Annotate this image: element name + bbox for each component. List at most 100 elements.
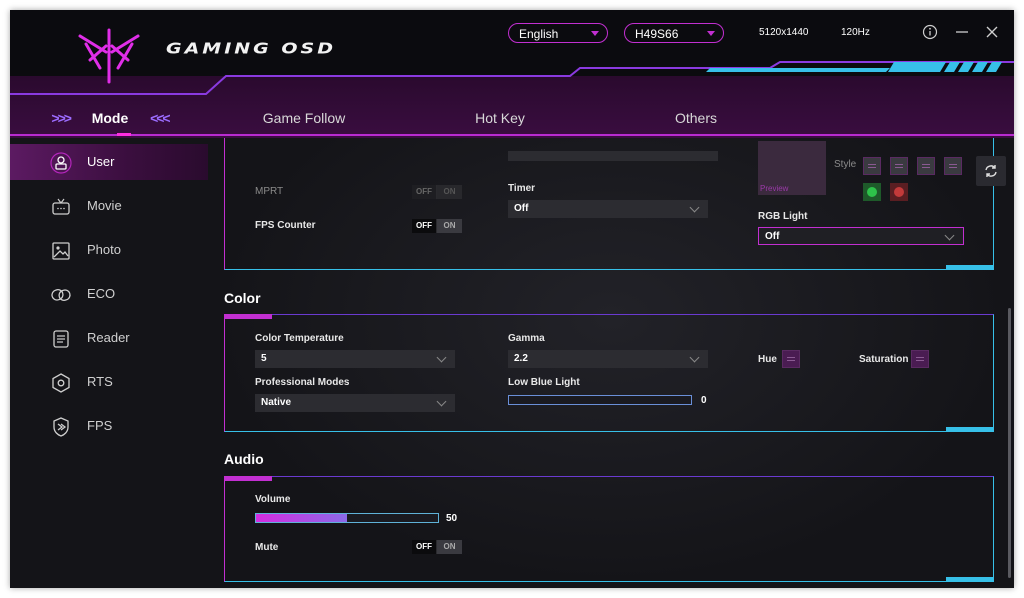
style-option[interactable] xyxy=(944,157,962,175)
chevrons-right-icon: >>> xyxy=(51,110,71,126)
color-section-title: Color xyxy=(224,290,261,306)
timer-value: Off xyxy=(514,203,529,214)
scrollbar[interactable] xyxy=(1008,308,1011,578)
logo-icon xyxy=(78,28,140,84)
sidebar-item-label: ECO xyxy=(87,286,116,301)
model-select[interactable]: H49S66 xyxy=(624,23,724,43)
mute-label: Mute xyxy=(255,542,279,553)
timer-select[interactable]: Off xyxy=(508,200,708,218)
fps-icon xyxy=(53,417,69,437)
language-value: English xyxy=(519,27,559,41)
gamma-label: Gamma xyxy=(508,333,545,344)
refresh-button[interactable] xyxy=(976,156,1006,186)
panel-corner-decoration xyxy=(224,314,272,319)
tab-active-indicator xyxy=(117,133,131,136)
tv-icon xyxy=(52,198,70,215)
eco-icon xyxy=(51,289,71,301)
professional-modes-value: Native xyxy=(261,397,292,408)
color-temperature-label: Color Temperature xyxy=(255,333,344,344)
model-value: H49S66 xyxy=(635,27,679,41)
color-red-icon[interactable] xyxy=(890,183,908,201)
content-area: MPRT OFF ON FPS Counter OFF ON Timer Off… xyxy=(208,138,1014,588)
gamma-select[interactable]: 2.2 xyxy=(508,350,708,368)
toggle-off: OFF xyxy=(412,185,436,199)
header: GAMING OSD English H49S66 5120x1440 120H… xyxy=(10,10,1014,138)
sidebar-item-label: Photo xyxy=(87,242,121,257)
chevron-down-icon xyxy=(944,230,955,241)
style-option[interactable] xyxy=(863,157,881,175)
rts-icon xyxy=(52,373,70,393)
preview-label: Preview xyxy=(760,184,789,193)
info-icon[interactable] xyxy=(922,24,938,40)
refresh-rate-text: 120Hz xyxy=(841,27,870,38)
game-settings-panel: MPRT OFF ON FPS Counter OFF ON Timer Off… xyxy=(224,138,994,270)
chevron-down-icon xyxy=(436,352,447,363)
sidebar-item-rts[interactable]: RTS xyxy=(10,364,208,400)
minimize-icon[interactable] xyxy=(954,24,970,40)
sidebar-item-eco[interactable]: ECO xyxy=(10,276,208,312)
style-option[interactable] xyxy=(917,157,935,175)
hue-control[interactable] xyxy=(782,350,800,368)
mprt-toggle[interactable]: OFF ON xyxy=(412,185,462,199)
toggle-off: OFF xyxy=(412,540,436,554)
style-option[interactable] xyxy=(890,157,908,175)
chevron-down-icon xyxy=(591,31,599,36)
image-icon xyxy=(52,242,70,260)
professional-modes-label: Professional Modes xyxy=(255,377,350,388)
tab-others[interactable]: Others xyxy=(626,104,766,138)
volume-value: 50 xyxy=(446,513,458,524)
gamma-value: 2.2 xyxy=(514,353,528,364)
app-window: GAMING OSD English H49S66 5120x1440 120H… xyxy=(10,10,1014,588)
volume-label: Volume xyxy=(255,494,291,505)
language-select[interactable]: English xyxy=(508,23,608,43)
hue-label: Hue xyxy=(758,354,777,365)
chevron-down-icon xyxy=(689,352,700,363)
rgb-light-label: RGB Light xyxy=(758,211,808,222)
audio-section-title: Audio xyxy=(224,451,264,467)
user-icon xyxy=(50,152,72,174)
color-green-icon[interactable] xyxy=(863,183,881,201)
saturation-label: Saturation xyxy=(859,354,909,365)
fps-counter-toggle[interactable]: OFF ON xyxy=(412,219,462,233)
sidebar-item-fps[interactable]: FPS xyxy=(10,408,208,444)
sidebar-item-movie[interactable]: Movie xyxy=(10,188,208,224)
brand-title: GAMING OSD xyxy=(166,40,336,58)
sidebar-item-user[interactable]: User xyxy=(10,144,208,180)
toggle-on: ON xyxy=(437,219,462,233)
sidebar-item-label: FPS xyxy=(87,418,113,433)
chevron-down-icon xyxy=(689,202,700,213)
sidebar-item-label: Movie xyxy=(87,198,122,213)
tab-game-follow[interactable]: Game Follow xyxy=(234,104,374,138)
mprt-label: MPRT xyxy=(255,186,284,197)
game-mode-select[interactable] xyxy=(508,151,718,161)
toggle-on: ON xyxy=(437,540,462,554)
chevron-down-icon xyxy=(707,31,715,36)
fps-counter-label: FPS Counter xyxy=(255,220,316,231)
toggle-on: ON xyxy=(437,185,462,199)
tab-mode[interactable]: >>> Mode <<< xyxy=(40,104,180,138)
timer-label: Timer xyxy=(508,183,536,194)
sidebar-item-reader[interactable]: Reader xyxy=(10,320,208,356)
saturation-control[interactable] xyxy=(911,350,929,368)
close-icon[interactable] xyxy=(984,24,1000,40)
color-panel: Color Temperature 5 Gamma 2.2 Hue Satura… xyxy=(224,314,994,432)
professional-modes-select[interactable]: Native xyxy=(255,394,455,412)
volume-slider[interactable] xyxy=(255,513,439,523)
sidebar-item-photo[interactable]: Photo xyxy=(10,232,208,268)
color-temperature-select[interactable]: 5 xyxy=(255,350,455,368)
sidebar-item-label: RTS xyxy=(87,374,113,389)
sidebar: User Movie Photo ECO Reader RTS FPS xyxy=(10,138,208,588)
mute-toggle[interactable]: OFF ON xyxy=(412,540,462,554)
tab-bar: >>> Mode <<< Game Follow Hot Key Others xyxy=(10,104,1014,138)
sidebar-item-label: User xyxy=(87,154,115,169)
slider-fill xyxy=(256,514,347,522)
low-blue-light-label: Low Blue Light xyxy=(508,377,580,388)
refresh-icon xyxy=(985,165,997,177)
tab-hot-key[interactable]: Hot Key xyxy=(430,104,570,138)
low-blue-light-slider[interactable] xyxy=(508,395,692,405)
rgb-light-select[interactable]: Off xyxy=(758,227,964,245)
style-label: Style xyxy=(834,159,857,170)
tab-mode-label: Mode xyxy=(91,110,129,126)
sidebar-item-label: Reader xyxy=(87,330,130,345)
rgb-light-value: Off xyxy=(765,231,780,242)
